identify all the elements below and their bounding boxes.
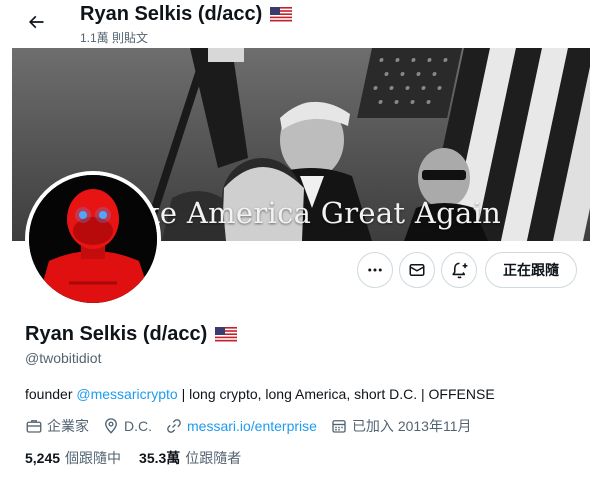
location-item: D.C. — [102, 417, 152, 435]
envelope-icon — [409, 264, 425, 276]
location-pin-icon — [105, 418, 117, 434]
bio-mention-link[interactable]: @messaricrypto — [76, 386, 177, 402]
profile-stats: 5,245 個跟隨中 35.3萬 位跟隨者 — [25, 448, 259, 468]
location-text: D.C. — [124, 418, 152, 434]
us-flag-icon — [215, 327, 238, 342]
bio-prefix: founder — [25, 386, 77, 402]
more-button[interactable] — [357, 252, 393, 288]
bio-suffix: | long crypto, long America, short D.C. … — [177, 386, 495, 402]
joined-item: 已加入 2013年11月 — [330, 416, 472, 436]
avatar[interactable] — [25, 171, 161, 307]
briefcase-icon — [26, 420, 42, 433]
profile-handle: @twobitidiot — [25, 350, 102, 366]
website-link[interactable]: messari.io/enterprise — [187, 418, 317, 434]
following-button[interactable]: 正在跟隨 — [485, 252, 577, 288]
website-item[interactable]: messari.io/enterprise — [165, 417, 317, 435]
top-bar: Ryan Selkis (d/acc) 1.1萬 則貼文 — [0, 0, 600, 48]
us-flag-icon — [270, 7, 293, 22]
header-name: Ryan Selkis (d/acc) — [80, 3, 263, 25]
profile-bio: founder @messaricrypto | long crypto, lo… — [25, 386, 495, 402]
more-dots-icon — [368, 268, 382, 272]
bell-plus-icon — [451, 262, 467, 278]
profile-name: Ryan Selkis (d/acc) — [25, 323, 238, 346]
profile-name-text: Ryan Selkis (d/acc) — [25, 323, 208, 345]
avatar-photo — [29, 175, 157, 303]
message-button[interactable] — [399, 252, 435, 288]
profession-text: 企業家 — [47, 418, 89, 434]
profile-meta: 企業家 D.C. messari.io/enterprise 已加入 2013年… — [25, 416, 485, 436]
banner-slogan: ke America Great Again — [142, 196, 502, 230]
followers-label: 位跟隨者 — [185, 450, 242, 466]
following-stat[interactable]: 5,245 個跟隨中 — [25, 448, 121, 468]
followers-count: 35.3萬 — [139, 450, 181, 466]
post-count: 1.1萬 則貼文 — [80, 31, 149, 45]
back-button[interactable] — [22, 8, 50, 36]
profession-item: 企業家 — [25, 416, 89, 436]
header-title: Ryan Selkis (d/acc) — [80, 3, 293, 26]
arrow-left-icon — [28, 15, 44, 29]
notify-button[interactable] — [441, 252, 477, 288]
following-label: 個跟隨中 — [65, 450, 122, 466]
link-icon — [167, 419, 181, 433]
calendar-icon — [332, 420, 346, 433]
followers-stat[interactable]: 35.3萬 位跟隨者 — [139, 448, 241, 468]
joined-text: 已加入 2013年11月 — [351, 418, 472, 434]
following-count: 5,245 — [25, 450, 61, 466]
